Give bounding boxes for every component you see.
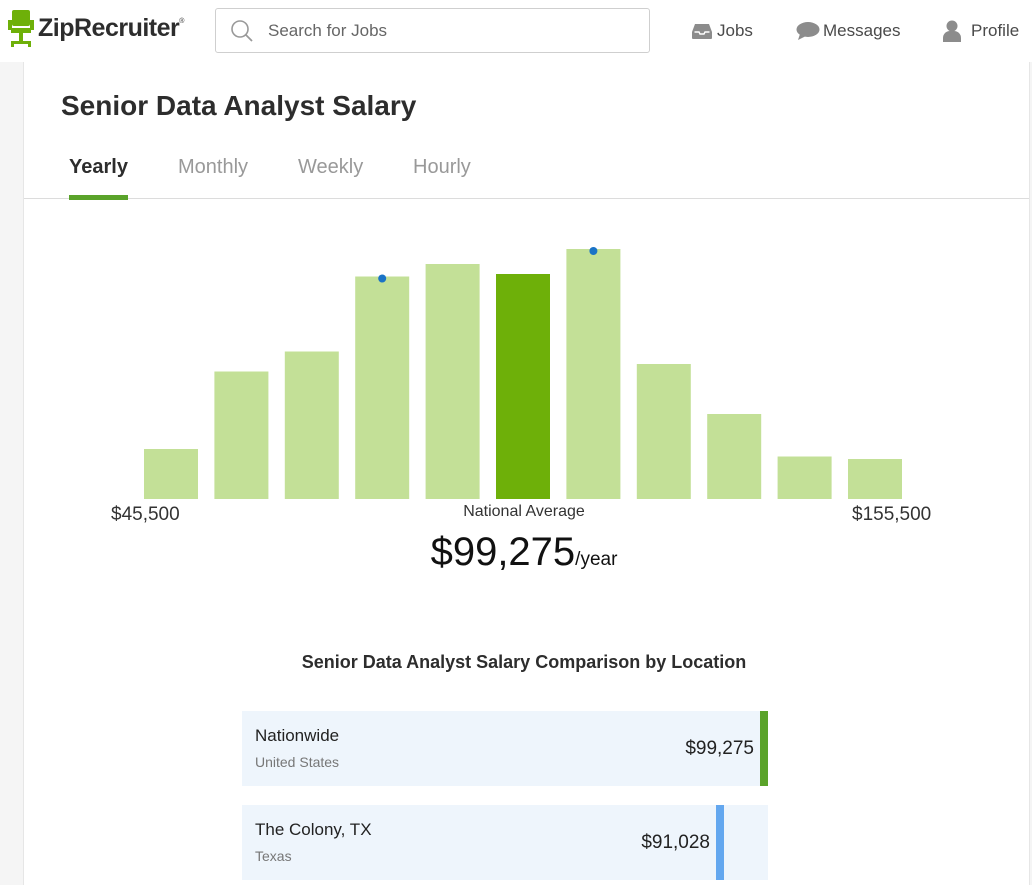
chair-icon <box>8 8 34 48</box>
nav-messages-label: Messages <box>823 21 901 40</box>
logo-text: ZipRecruiter <box>38 13 180 42</box>
person-icon <box>943 20 961 42</box>
histogram-bar[interactable] <box>144 449 198 499</box>
nav-profile[interactable]: Profile <box>943 18 1019 44</box>
registered-mark: ® <box>179 17 184 25</box>
national-average-unit: /year <box>575 549 618 570</box>
location-salary: $99,275 <box>685 738 754 759</box>
histogram-bar[interactable] <box>777 456 832 500</box>
histogram-bar[interactable] <box>566 249 621 499</box>
search-icon <box>230 19 254 48</box>
nav-jobs[interactable]: Jobs <box>692 18 753 44</box>
histogram-bar[interactable] <box>636 364 691 499</box>
histogram-bar[interactable] <box>284 351 339 500</box>
location-salary-bar <box>716 805 724 880</box>
nav-jobs-label: Jobs <box>717 21 753 40</box>
histogram-marker-dot[interactable] <box>378 274 387 283</box>
location-region: United States <box>255 754 340 770</box>
location-name: The Colony, TX <box>255 820 372 839</box>
inbox-icon <box>692 22 712 40</box>
histogram-bar[interactable] <box>355 276 410 500</box>
ziprecruiter-logo[interactable]: ZipRecruiter® <box>8 8 184 48</box>
comparison-title: Senior Data Analyst Salary Comparison by… <box>301 652 747 672</box>
comparison-row[interactable]: The Colony, TX Texas $91,028 <box>242 805 768 880</box>
location-salary-bar <box>760 711 768 786</box>
top-navbar: ZipRecruiter® Jobs Messages Profile <box>0 0 1032 62</box>
histogram-bar[interactable] <box>848 459 902 499</box>
national-average-value: $99,275/year <box>24 530 1024 575</box>
histogram-svg <box>144 247 902 500</box>
location-salary: $91,028 <box>641 832 710 853</box>
histogram-bar-national-average[interactable] <box>496 274 550 499</box>
national-average-amount: $99,275 <box>430 530 576 574</box>
location-name: Nationwide <box>255 726 340 745</box>
speech-bubble-icon <box>796 21 820 41</box>
search-input[interactable] <box>268 21 628 41</box>
comparison-row[interactable]: Nationwide United States $99,275 <box>242 711 768 786</box>
salary-card: Senior Data Analyst Salary Yearly Monthl… <box>23 62 1030 885</box>
location-region: Texas <box>255 848 292 864</box>
histogram-bar[interactable] <box>707 414 762 499</box>
histogram-bar[interactable] <box>214 371 269 500</box>
nav-profile-label: Profile <box>971 21 1020 40</box>
histogram-marker-dot[interactable] <box>589 247 598 255</box>
nav-messages[interactable]: Messages <box>796 18 900 44</box>
histogram-bar[interactable] <box>425 264 480 499</box>
search-box[interactable] <box>215 8 650 53</box>
national-average-label: National Average <box>463 503 585 520</box>
